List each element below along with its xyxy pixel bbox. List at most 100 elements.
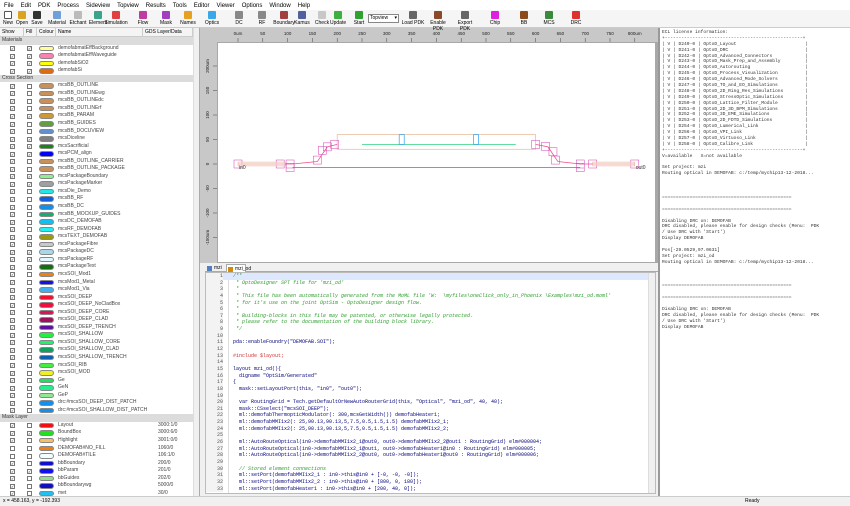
colour-swatch[interactable] bbox=[39, 271, 54, 278]
layer-row[interactable]: ✓ ✓ mcsPackageDC bbox=[0, 248, 193, 256]
show-checkbox[interactable]: ✓ bbox=[10, 189, 15, 195]
fill-checkbox[interactable] bbox=[27, 302, 32, 308]
layer-row[interactable]: ✓ mcsBB_OUTLINE_CARRIER bbox=[0, 158, 193, 166]
show-checkbox[interactable]: ✓ bbox=[10, 264, 15, 270]
layer-row[interactable]: ✓ ✓ mcsPackageText bbox=[0, 263, 193, 271]
menu-pdk[interactable]: PDK bbox=[34, 0, 53, 10]
fill-checkbox[interactable] bbox=[27, 453, 32, 459]
fill-checkbox[interactable] bbox=[27, 83, 32, 89]
show-checkbox[interactable]: ✓ bbox=[10, 483, 15, 489]
show-checkbox[interactable]: ✓ bbox=[10, 181, 15, 187]
colour-swatch[interactable] bbox=[39, 445, 54, 452]
fill-checkbox[interactable] bbox=[27, 159, 32, 165]
colour-swatch[interactable] bbox=[39, 211, 54, 218]
show-checkbox[interactable]: ✓ bbox=[10, 400, 15, 406]
kamus-button[interactable]: Kamus bbox=[294, 11, 310, 26]
layer-row[interactable]: ✓ mcsBB_OUTLINEwg bbox=[0, 90, 193, 98]
menu-topview[interactable]: Topview bbox=[113, 0, 142, 10]
colour-swatch[interactable] bbox=[39, 422, 54, 429]
layer-row[interactable]: ✓ ✓ demofabSi bbox=[0, 67, 193, 75]
colour-swatch[interactable] bbox=[39, 377, 54, 384]
menu-file[interactable]: File bbox=[0, 0, 17, 10]
fill-checkbox[interactable] bbox=[27, 476, 32, 482]
colour-swatch[interactable] bbox=[39, 430, 54, 436]
show-checkbox[interactable]: ✓ bbox=[10, 468, 15, 474]
fill-checkbox[interactable] bbox=[27, 106, 32, 112]
fill-checkbox[interactable]: ✓ bbox=[27, 257, 32, 263]
header-gds[interactable]: GDS Layer/Data type bbox=[143, 28, 193, 44]
layer-row[interactable]: ✓ bbBoundary 200/0 bbox=[0, 460, 193, 468]
layer-row[interactable]: ✓ bbBoundarywg 5000/0 bbox=[0, 482, 193, 490]
fill-checkbox[interactable]: ✓ bbox=[27, 68, 32, 74]
show-checkbox[interactable]: ✓ bbox=[10, 129, 15, 135]
show-checkbox[interactable]: ✓ bbox=[10, 347, 15, 353]
colour-swatch[interactable] bbox=[39, 392, 54, 399]
fill-checkbox[interactable] bbox=[27, 272, 32, 278]
fill-checkbox[interactable] bbox=[27, 121, 32, 127]
show-checkbox[interactable]: ✓ bbox=[10, 219, 15, 225]
layer-group-cross-section[interactable]: Cross Section bbox=[0, 74, 193, 83]
show-checkbox[interactable]: ✓ bbox=[10, 385, 15, 391]
fill-checkbox[interactable] bbox=[27, 166, 32, 172]
layer-row[interactable]: ✓ mcsSOI_DEEP bbox=[0, 294, 193, 302]
fill-checkbox[interactable] bbox=[27, 408, 32, 414]
fill-checkbox[interactable] bbox=[27, 400, 32, 406]
menu-viewer[interactable]: Viewer bbox=[212, 0, 237, 10]
flow-button[interactable]: Flow bbox=[135, 11, 151, 26]
colour-swatch[interactable] bbox=[39, 219, 54, 225]
layer-row[interactable]: ✓ mcsSOI_DEEP_NoCladBox bbox=[0, 301, 193, 309]
layer-row[interactable]: ✓ mcsSOI_SHALLOW_CLAD bbox=[0, 346, 193, 354]
save-button[interactable]: Save bbox=[29, 11, 45, 26]
colour-swatch[interactable] bbox=[39, 354, 54, 361]
layer-row[interactable]: ✓ mcsSOI_DEEP_CLAD bbox=[0, 316, 193, 324]
colour-swatch[interactable] bbox=[39, 287, 54, 293]
show-checkbox[interactable]: ✓ bbox=[10, 174, 15, 180]
layer-row[interactable]: DEMOFAB#NO_FILL 1060/0 bbox=[0, 445, 193, 453]
fill-checkbox[interactable] bbox=[27, 378, 32, 384]
colour-swatch[interactable] bbox=[39, 90, 54, 97]
fill-checkbox[interactable] bbox=[27, 385, 32, 391]
fill-checkbox[interactable]: ✓ bbox=[27, 174, 32, 180]
show-checkbox[interactable]: ✓ bbox=[10, 53, 15, 59]
colour-swatch[interactable] bbox=[39, 241, 54, 248]
menu-edit[interactable]: Edit bbox=[17, 0, 34, 10]
menu-tools[interactable]: Tools bbox=[169, 0, 190, 10]
layer-row[interactable]: ✓ mcsSOI_SHALLOW bbox=[0, 331, 193, 339]
export-pdk-button[interactable]: Export PDK bbox=[453, 11, 477, 32]
show-checkbox[interactable]: ✓ bbox=[10, 370, 15, 376]
layer-row[interactable]: ✓ mcsSOI_RIB bbox=[0, 362, 193, 370]
fill-checkbox[interactable] bbox=[27, 483, 32, 489]
colour-swatch[interactable] bbox=[39, 128, 54, 135]
layer-row[interactable]: ✓ ✓ mcsDiceline bbox=[0, 135, 193, 143]
menu-results[interactable]: Results bbox=[142, 0, 169, 10]
header-colour[interactable]: Colour bbox=[37, 28, 56, 37]
colour-swatch[interactable] bbox=[39, 302, 54, 308]
colour-swatch[interactable] bbox=[39, 279, 54, 285]
show-checkbox[interactable]: ✓ bbox=[10, 332, 15, 338]
colour-swatch[interactable] bbox=[39, 68, 54, 74]
boundary-button[interactable]: Boundary bbox=[272, 11, 296, 26]
show-checkbox[interactable]: ✓ bbox=[10, 287, 15, 293]
layer-row[interactable]: ✓ mcsMod1_Metal bbox=[0, 279, 193, 287]
fill-checkbox[interactable] bbox=[27, 446, 32, 452]
show-checkbox[interactable]: ✓ bbox=[10, 272, 15, 278]
fill-checkbox[interactable] bbox=[27, 340, 32, 346]
colour-swatch[interactable] bbox=[39, 166, 54, 172]
show-checkbox[interactable]: ✓ bbox=[10, 46, 15, 52]
colour-swatch[interactable] bbox=[39, 347, 54, 353]
colour-swatch[interactable] bbox=[39, 309, 54, 316]
mask-button[interactable]: Mask bbox=[158, 11, 174, 26]
layer-row[interactable]: ✓ ✓ mcsPackageFibre bbox=[0, 241, 193, 249]
colour-swatch[interactable] bbox=[39, 234, 54, 240]
enable-pdk-button[interactable]: Enable PDK bbox=[426, 11, 450, 32]
layer-row[interactable]: ✓ mcsSOI_SHALLOW_CORE bbox=[0, 339, 193, 347]
layer-row[interactable]: ✓ mcsSOI_DEEP_CORE bbox=[0, 309, 193, 317]
layer-row[interactable]: ✓ drc:#mcsSOI_DEEP_DIST_PATCH bbox=[0, 399, 193, 407]
drc-button[interactable]: DRC bbox=[568, 11, 584, 26]
fill-checkbox[interactable]: ✓ bbox=[27, 287, 32, 293]
layer-row[interactable]: ✓ mcsSOI_DEEP_TRENCH bbox=[0, 324, 193, 332]
layer-row[interactable]: ✓ GeN bbox=[0, 384, 193, 392]
colour-swatch[interactable] bbox=[39, 324, 54, 331]
colour-swatch[interactable] bbox=[39, 121, 54, 127]
layer-row[interactable]: ✓ mcsBB_OUTLINErf bbox=[0, 105, 193, 113]
